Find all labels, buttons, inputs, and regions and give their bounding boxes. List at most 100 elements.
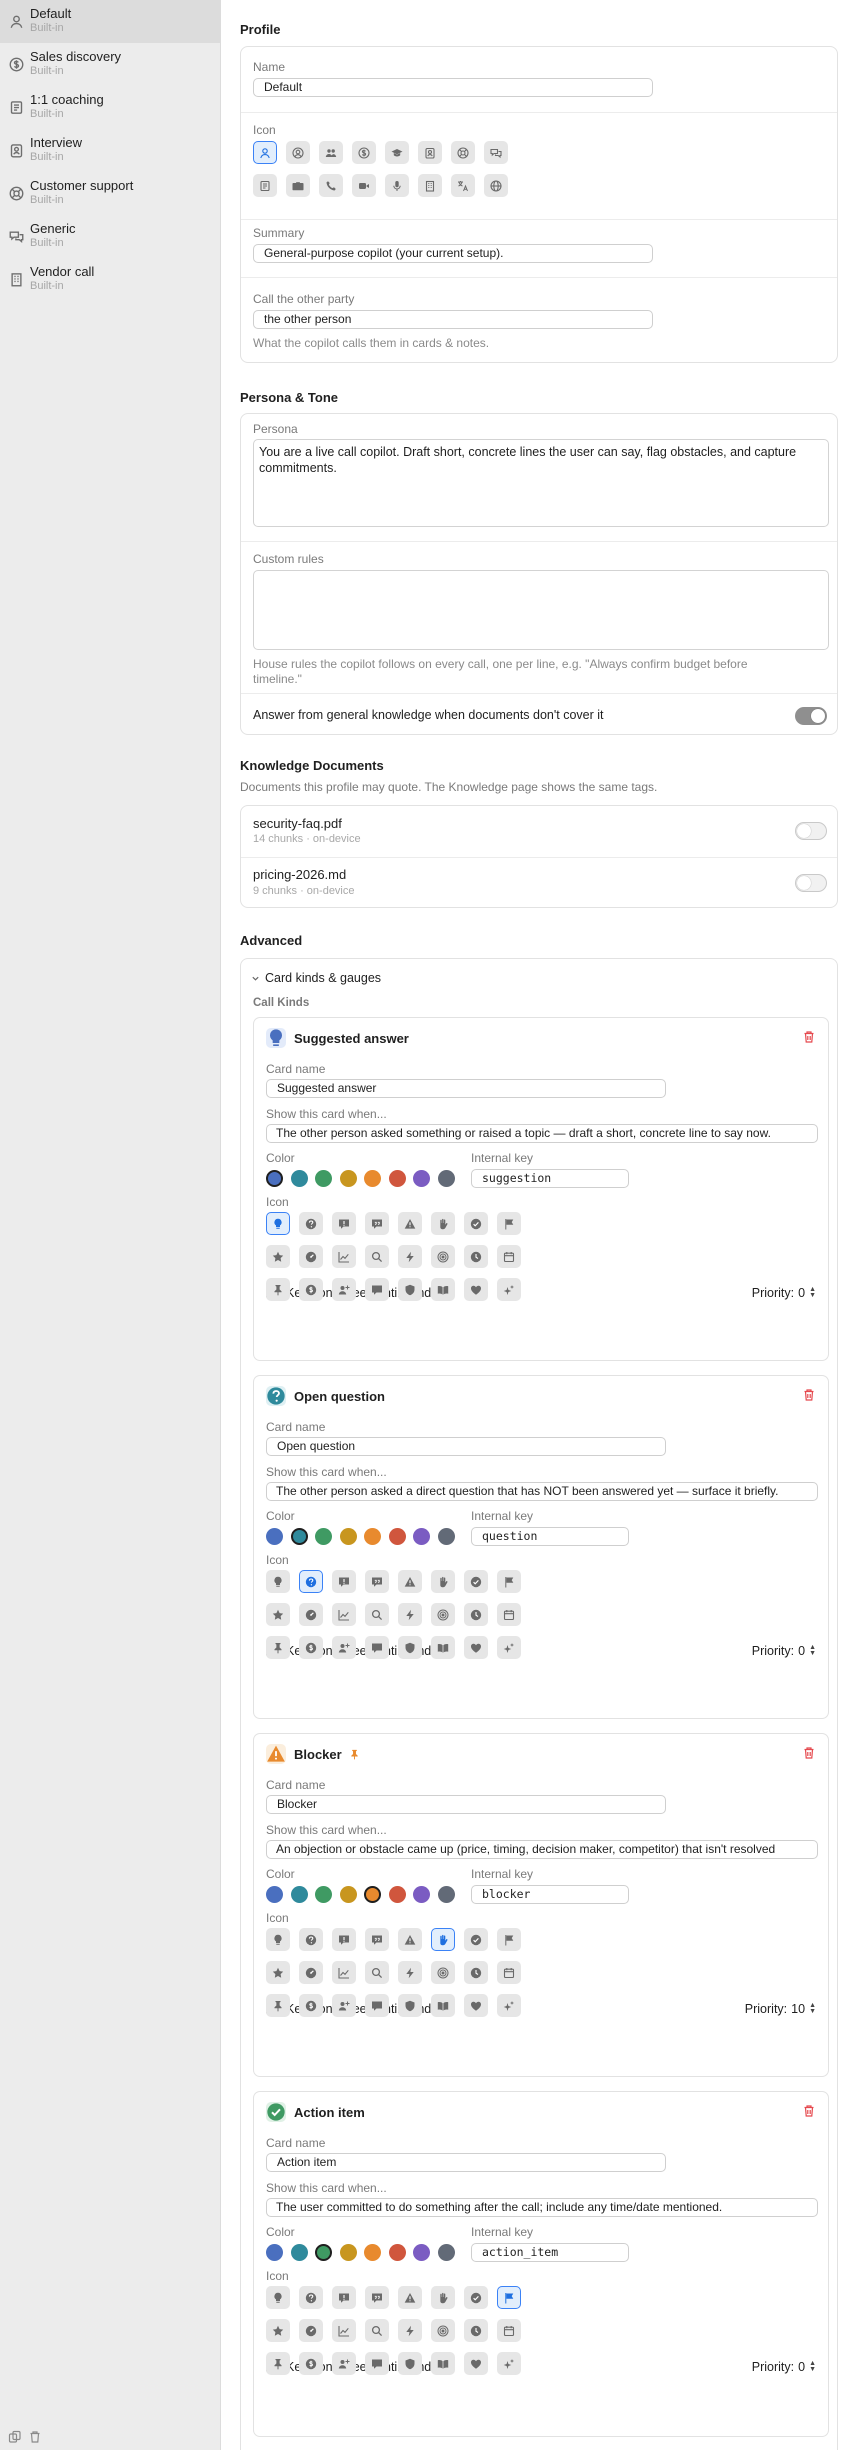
internal-key-field[interactable]: question	[471, 1527, 629, 1546]
star-icon[interactable]	[266, 1245, 290, 1268]
briefcase-icon[interactable]	[286, 174, 310, 197]
duplicate-icon[interactable]	[8, 2430, 22, 2444]
search-icon[interactable]	[365, 1245, 389, 1268]
target-icon[interactable]	[431, 1603, 455, 1626]
shield-icon[interactable]	[398, 1278, 422, 1301]
stepper-arrows-icon[interactable]: ▲ ▼	[809, 1644, 816, 1657]
graduation-cap-icon[interactable]	[385, 141, 409, 164]
card-name-field[interactable]: Open question	[266, 1437, 666, 1456]
lightbulb-icon[interactable]	[266, 1212, 290, 1235]
pin-icon[interactable]	[266, 2352, 290, 2375]
coin-icon[interactable]	[299, 1636, 323, 1659]
book-icon[interactable]	[431, 1636, 455, 1659]
lightbulb-icon[interactable]	[266, 1570, 290, 1593]
priority-stepper[interactable]: Priority: 0 ▲ ▼	[752, 2360, 816, 2374]
color-swatch[interactable]	[388, 1170, 406, 1187]
speech-bubble-icon[interactable]	[365, 1994, 389, 2017]
heart-icon[interactable]	[464, 1994, 488, 2017]
coin-icon[interactable]	[299, 1278, 323, 1301]
hand-icon[interactable]	[431, 1570, 455, 1593]
show-when-field[interactable]: The user committed to do something after…	[266, 2198, 818, 2217]
bolt-icon[interactable]	[398, 1603, 422, 1626]
coin-icon[interactable]	[299, 1994, 323, 2017]
book-icon[interactable]	[431, 1994, 455, 2017]
priority-stepper[interactable]: Priority: 0 ▲ ▼	[752, 1644, 816, 1658]
color-swatch[interactable]	[266, 2244, 283, 2261]
persona-textarea[interactable]: You are a live call copilot. Draft short…	[253, 439, 829, 527]
speech-quote-icon[interactable]	[365, 2286, 389, 2309]
warning-icon[interactable]	[398, 1570, 422, 1593]
lifebuoy-icon[interactable]	[451, 141, 475, 164]
notebook-icon[interactable]	[253, 174, 277, 197]
card-name-field[interactable]: Action item	[266, 2153, 666, 2172]
speech-exclamation-icon[interactable]	[332, 1570, 356, 1593]
shield-icon[interactable]	[398, 2352, 422, 2375]
sparkle-icon[interactable]	[497, 2352, 521, 2375]
calendar-icon[interactable]	[497, 1603, 521, 1626]
color-swatch[interactable]	[364, 1886, 381, 1903]
color-swatch[interactable]	[339, 1886, 357, 1903]
flag-icon[interactable]	[497, 1570, 521, 1593]
search-icon[interactable]	[365, 1961, 389, 1984]
people-plus-icon[interactable]	[332, 1994, 356, 2017]
speech-quote-icon[interactable]	[365, 1570, 389, 1593]
sidebar-item-sales-discovery[interactable]: Sales discovery Built-in	[0, 43, 220, 86]
heart-icon[interactable]	[464, 2352, 488, 2375]
stepper-arrows-icon[interactable]: ▲ ▼	[809, 2002, 816, 2015]
color-swatch[interactable]	[290, 1528, 308, 1545]
color-swatch[interactable]	[413, 1170, 430, 1187]
color-swatch[interactable]	[315, 2244, 332, 2261]
chart-icon[interactable]	[332, 1245, 356, 1268]
microphone-icon[interactable]	[385, 174, 409, 197]
checkmark-icon[interactable]	[464, 1570, 488, 1593]
color-swatch[interactable]	[388, 1886, 406, 1903]
star-icon[interactable]	[266, 1961, 290, 1984]
color-swatch[interactable]	[364, 1170, 381, 1187]
stepper-arrows-icon[interactable]: ▲ ▼	[809, 1286, 816, 1299]
translate-icon[interactable]	[451, 174, 475, 197]
bolt-icon[interactable]	[398, 2319, 422, 2342]
question-icon[interactable]	[299, 1928, 323, 1951]
clock-icon[interactable]	[464, 1961, 488, 1984]
lightbulb-icon[interactable]	[266, 1928, 290, 1951]
sidebar-item-customer-support[interactable]: Customer support Built-in	[0, 172, 220, 215]
priority-stepper[interactable]: Priority: 0 ▲ ▼	[752, 1286, 816, 1300]
color-swatch[interactable]	[290, 1886, 308, 1903]
gauge-icon[interactable]	[299, 2319, 323, 2342]
target-icon[interactable]	[431, 2319, 455, 2342]
sidebar-item-1-1-coaching[interactable]: 1:1 coaching Built-in	[0, 86, 220, 129]
custom-rules-textarea[interactable]	[253, 570, 829, 650]
trash-icon[interactable]	[28, 2430, 42, 2444]
doc-toggle[interactable]	[795, 822, 827, 840]
book-icon[interactable]	[431, 1278, 455, 1301]
internal-key-field[interactable]: suggestion	[471, 1169, 629, 1188]
lightbulb-icon[interactable]	[266, 2286, 290, 2309]
color-swatch[interactable]	[290, 1170, 308, 1187]
sidebar-item-default[interactable]: Default Built-in	[0, 0, 220, 43]
color-swatch[interactable]	[315, 1528, 332, 1545]
chat-bubbles-icon[interactable]	[484, 141, 508, 164]
people-plus-icon[interactable]	[332, 1278, 356, 1301]
internal-key-field[interactable]: blocker	[471, 1885, 629, 1904]
hand-icon[interactable]	[431, 2286, 455, 2309]
sidebar-item-interview[interactable]: Interview Built-in	[0, 129, 220, 172]
color-swatch[interactable]	[437, 1886, 455, 1903]
book-icon[interactable]	[431, 2352, 455, 2375]
speech-quote-icon[interactable]	[365, 1928, 389, 1951]
speech-quote-icon[interactable]	[365, 1212, 389, 1235]
search-icon[interactable]	[365, 2319, 389, 2342]
people-icon[interactable]	[253, 141, 277, 164]
sparkle-icon[interactable]	[497, 1994, 521, 2017]
flag-icon[interactable]	[497, 1212, 521, 1235]
phone-icon[interactable]	[319, 174, 343, 197]
speech-bubble-icon[interactable]	[365, 1278, 389, 1301]
target-icon[interactable]	[431, 1245, 455, 1268]
warning-icon[interactable]	[398, 1212, 422, 1235]
coin-icon[interactable]	[299, 2352, 323, 2375]
calendar-icon[interactable]	[497, 1245, 521, 1268]
calendar-icon[interactable]	[497, 1961, 521, 1984]
color-swatch[interactable]	[315, 1886, 332, 1903]
clock-icon[interactable]	[464, 1245, 488, 1268]
search-icon[interactable]	[365, 1603, 389, 1626]
pin-icon[interactable]	[266, 1278, 290, 1301]
